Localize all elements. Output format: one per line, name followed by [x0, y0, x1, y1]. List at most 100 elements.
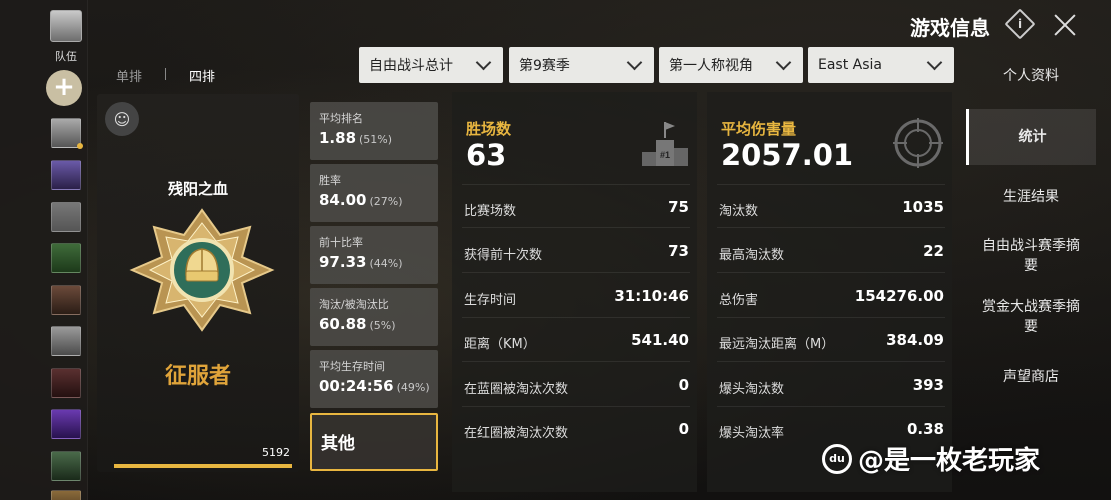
row-value: 75	[668, 198, 689, 216]
friend-avatar[interactable]	[51, 285, 81, 315]
friend-avatar[interactable]	[51, 409, 81, 439]
wins-panel: 胜场数 63 #1 比赛场数 75 获得前十次数 73 生存时间 31:10:4…	[452, 92, 697, 492]
friend-avatar[interactable]	[51, 490, 81, 500]
svg-text:#1: #1	[660, 150, 670, 160]
season-dropdown[interactable]: 第9赛季	[509, 47, 654, 83]
region-dropdown-value: East Asia	[818, 57, 882, 73]
stat-tile-avg-survival[interactable]: 平均生存时间 00:24:56 (49%)	[310, 350, 438, 408]
row-value: 22	[923, 242, 944, 260]
row-divider	[462, 272, 690, 273]
row-divider	[462, 406, 690, 407]
rank-progress-bar	[114, 464, 292, 468]
stat-tile-label: 胜率	[319, 174, 341, 187]
row-value: 384.09	[886, 331, 944, 349]
stat-tile-value: 00:24:56	[319, 377, 394, 395]
nav-career-results[interactable]: 生涯结果	[966, 187, 1096, 207]
friends-column: 队伍 +	[0, 0, 88, 500]
row-value: 31:10:46	[614, 287, 689, 305]
stat-tile-value: 1.88	[319, 129, 357, 147]
row-divider	[717, 406, 945, 407]
row-value: 393	[912, 376, 944, 394]
chevron-down-icon	[775, 54, 792, 70]
row-label: 爆头淘汰率	[719, 426, 785, 441]
perspective-dropdown[interactable]: 第一人称视角	[659, 47, 803, 83]
stat-tile-label: 平均排名	[319, 112, 363, 125]
avg-damage-label: 平均伤害量	[721, 120, 797, 138]
team-label: 队伍	[55, 50, 77, 63]
friend-avatar[interactable]	[51, 202, 81, 232]
damage-panel: 平均伤害量 2057.01 淘汰数 1035 最高淘汰数 22 总伤害 1542…	[707, 92, 952, 492]
row-label: 总伤害	[719, 293, 759, 308]
row-divider	[462, 227, 690, 228]
nav-free-fight-summary[interactable]: 自由战斗赛季摘要	[966, 236, 1096, 276]
row-label: 距离（KM）	[464, 337, 536, 352]
stat-tile-percent: (51%)	[359, 133, 393, 146]
stat-tile-top10-rate[interactable]: 前十比率 97.33 (44%)	[310, 226, 438, 284]
nav-bounty-summary[interactable]: 赏金大战赛季摘要	[966, 297, 1096, 337]
crosshair-icon	[893, 118, 943, 168]
stat-tile-kd[interactable]: 淘汰/被淘汰比 60.88 (5%)	[310, 288, 438, 346]
watermark-text: @是一枚老玩家	[858, 446, 1041, 476]
mode-dropdown[interactable]: 自由战斗总计	[359, 47, 503, 83]
nav-profile[interactable]: 个人资料	[966, 66, 1096, 86]
tab-solo[interactable]: 单排	[116, 66, 142, 85]
row-value: 541.40	[631, 331, 689, 349]
row-divider	[462, 317, 690, 318]
stat-tile-avg-rank[interactable]: 平均排名 1.88 (51%)	[310, 102, 438, 160]
row-label: 淘汰数	[719, 204, 759, 219]
online-dot	[77, 143, 83, 149]
stat-tile-value: 97.33	[319, 253, 367, 271]
chevron-down-icon	[626, 54, 643, 70]
chevron-down-icon	[926, 54, 943, 70]
friend-avatar[interactable]	[51, 243, 81, 273]
row-divider	[717, 184, 945, 185]
player-name: 残阳之血	[167, 180, 228, 198]
stat-tile-label: 平均生存时间	[319, 360, 385, 373]
close-icon[interactable]	[1052, 12, 1078, 38]
chevron-down-icon	[475, 54, 492, 70]
friend-avatar[interactable]	[51, 118, 83, 149]
mask-icon[interactable]: ☺	[105, 102, 139, 136]
stat-tile-percent: (44%)	[369, 257, 403, 270]
row-divider	[717, 361, 945, 362]
team-avatar[interactable]	[50, 10, 82, 42]
wins-value: 63	[466, 138, 507, 172]
stat-tile-label: 前十比率	[319, 236, 363, 249]
season-dropdown-value: 第9赛季	[519, 58, 570, 74]
conqueror-emblem-icon	[129, 208, 275, 332]
row-divider	[462, 361, 690, 362]
page-title: 游戏信息	[910, 16, 990, 40]
stat-tile-value: 60.88	[319, 315, 367, 333]
nav-stats[interactable]: 统计	[966, 109, 1096, 165]
row-label: 最远淘汰距离（M）	[719, 337, 835, 352]
friend-avatar[interactable]	[51, 451, 81, 481]
region-dropdown[interactable]: East Asia	[808, 47, 954, 83]
stat-tile-other[interactable]: 其他	[310, 413, 438, 471]
rank-name: 征服者	[164, 364, 231, 389]
row-label: 比赛场数	[464, 204, 517, 219]
mode-dropdown-value: 自由战斗总计	[369, 58, 453, 74]
stat-tile-percent: (27%)	[369, 195, 403, 208]
friend-avatar[interactable]	[51, 368, 81, 398]
row-divider	[717, 272, 945, 273]
friend-avatar[interactable]	[51, 326, 81, 356]
friend-avatar[interactable]	[51, 160, 81, 190]
row-label: 生存时间	[464, 293, 517, 308]
row-divider	[717, 317, 945, 318]
tab-divider	[165, 68, 166, 80]
row-value: 73	[668, 242, 689, 260]
row-label: 获得前十次数	[464, 248, 543, 263]
stat-tile-win-rate[interactable]: 胜率 84.00 (27%)	[310, 164, 438, 222]
stat-tile-percent: (49%)	[396, 381, 430, 394]
podium-icon: #1	[642, 122, 688, 166]
nav-prestige-shop[interactable]: 声望商店	[966, 367, 1096, 387]
row-value: 154276.00	[854, 287, 944, 305]
add-friend-button[interactable]: +	[46, 70, 82, 106]
tab-squad[interactable]: 四排	[189, 66, 215, 85]
row-label: 爆头淘汰数	[719, 382, 785, 397]
row-label: 在红圈被淘汰次数	[464, 426, 569, 441]
row-divider	[462, 184, 690, 185]
watermark-logo-icon: du	[822, 443, 852, 474]
row-label: 最高淘汰数	[719, 248, 785, 263]
stat-tile-percent: (5%)	[369, 319, 396, 332]
